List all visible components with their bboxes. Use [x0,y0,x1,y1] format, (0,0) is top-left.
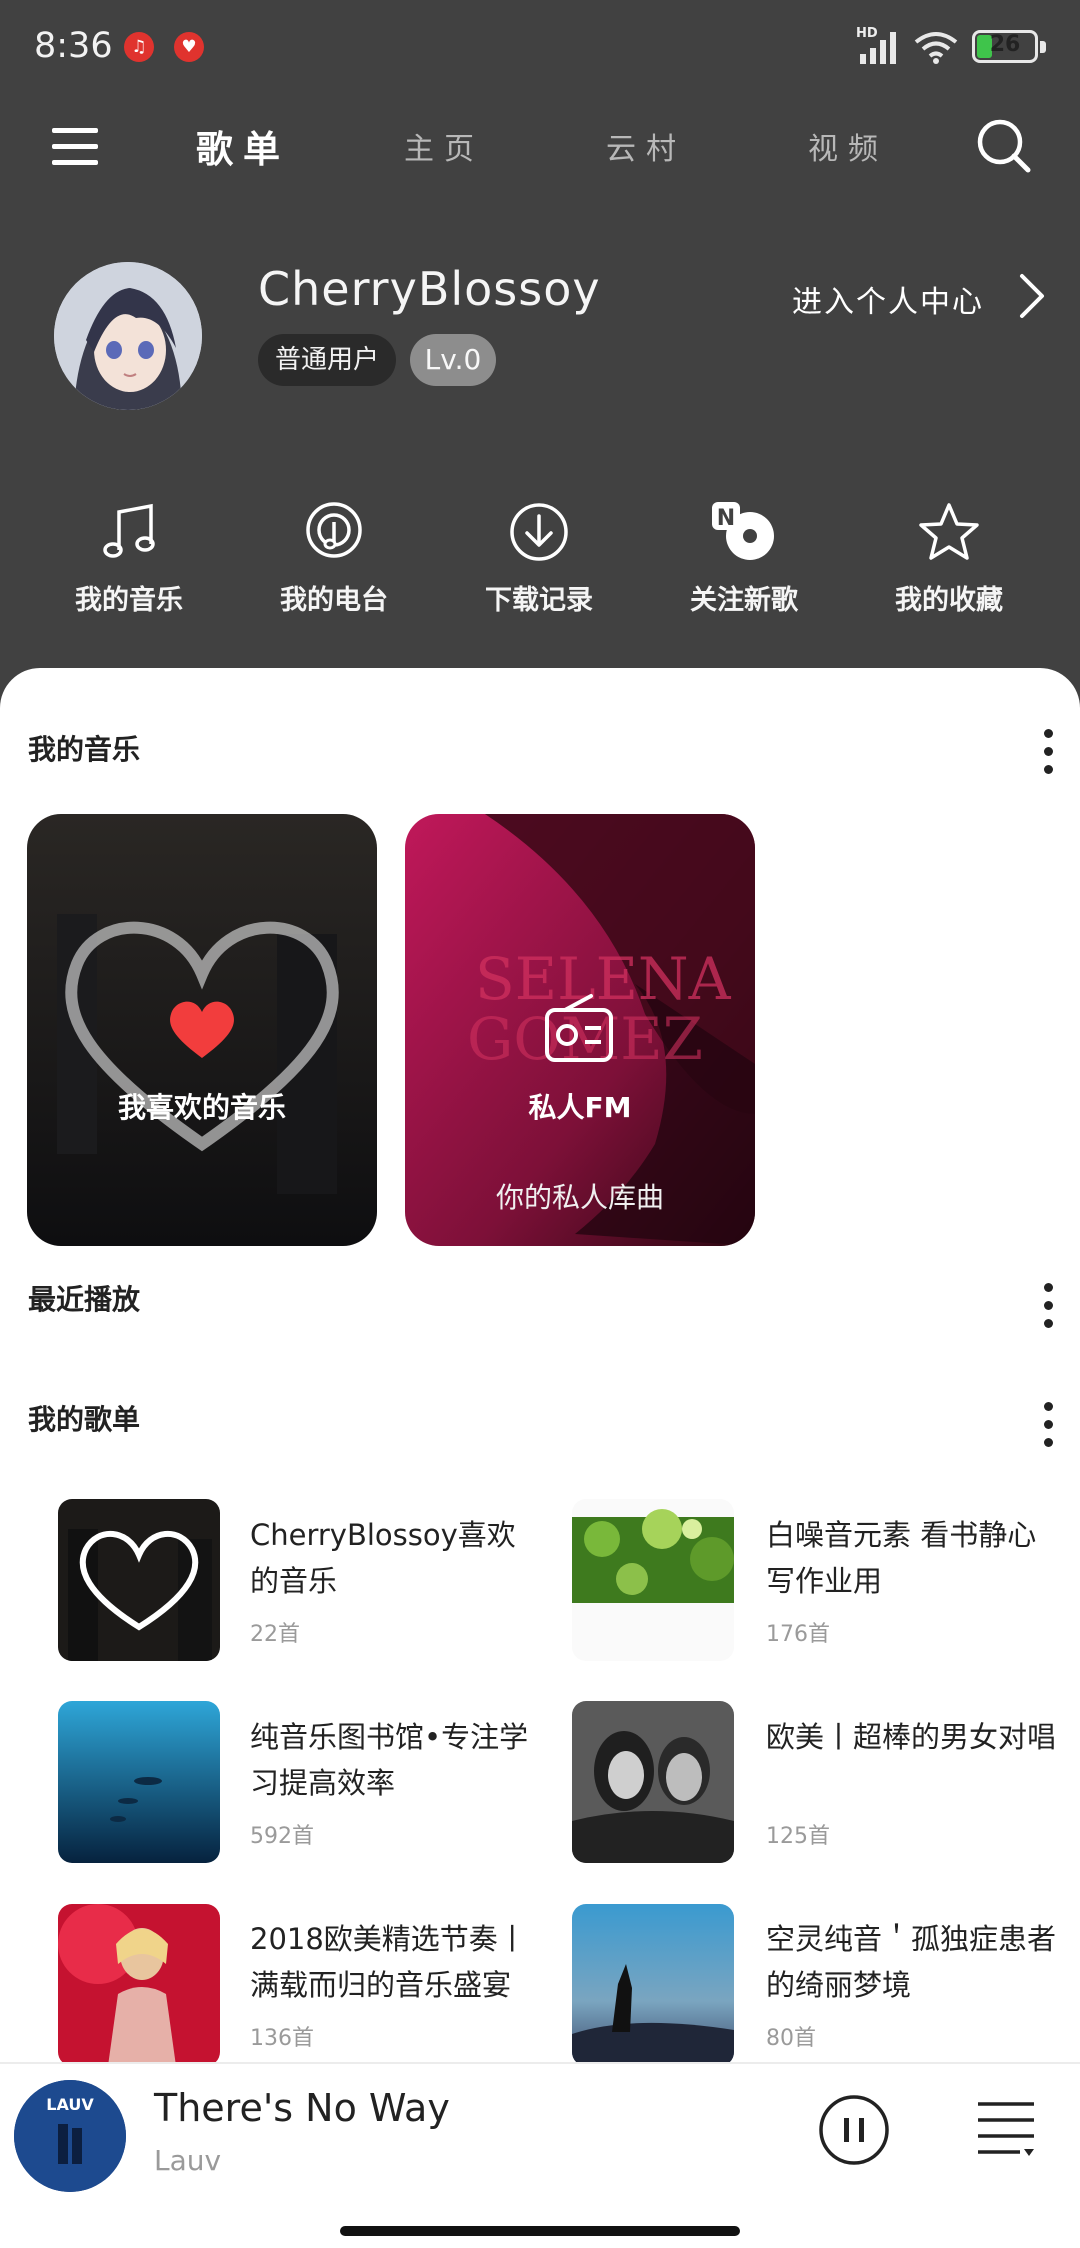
radio-icon [541,992,617,1064]
playlist-title: CherryBlossoy喜欢的音乐 [250,1518,516,1598]
user-type-badge: 普通用户 [258,334,396,386]
playlist-item[interactable] [58,1904,220,2066]
quick-action-favorites[interactable]: 我的收藏 [869,500,1029,617]
quick-action-label: 我的电台 [280,585,388,616]
quick-action-label: 关注新歌 [690,585,798,616]
tab-cloud-village[interactable]: 云村 [606,124,686,168]
playlist-count: 176首 [766,1622,830,1647]
playlist-cover [572,1904,734,2066]
queue-icon [978,2102,1034,2156]
personal-fm-title: 私人FM [528,1091,632,1124]
personal-fm-card[interactable]: SELENA GOMEZ 私人FM 你的私人库曲 [405,814,755,1246]
app-notification-icon: ♥ [174,32,204,62]
quick-action-my-music[interactable]: 我的音乐 [49,500,209,617]
playlist-count: 80首 [766,2026,816,2051]
recent-title: 最近播放 [28,1283,141,1316]
battery-cap [1040,41,1046,53]
quick-action-my-radio[interactable]: 我的电台 [254,500,414,617]
chevron-right-icon[interactable] [1018,272,1046,320]
playlist-cover [572,1701,734,1863]
music-notification-icon: ♫ [124,32,154,62]
home-indicator[interactable] [340,2226,740,2236]
pause-icon [819,2095,889,2165]
svg-text:N: N [717,506,735,531]
profile-center-link[interactable]: 进入个人中心 [792,277,984,321]
hamburger-icon[interactable] [50,124,100,170]
download-icon [510,503,568,561]
playlist-item[interactable] [58,1701,220,1863]
more-icon[interactable] [1038,729,1058,783]
quick-action-label: 我的收藏 [895,585,1003,616]
mini-player[interactable]: LAUV There's No Way Lauv [0,2062,1080,2248]
quick-action-new-songs[interactable]: N 关注新歌 [664,500,824,617]
playlist-item[interactable] [58,1499,220,1661]
playlist-queue-button[interactable] [976,2098,1038,2162]
pause-button[interactable] [818,2094,890,2166]
liked-music-card[interactable]: 我喜欢的音乐 [27,814,377,1246]
personal-fm-subtitle: 你的私人库曲 [495,1181,664,1214]
playlists-title: 我的歌单 [28,1403,141,1436]
tab-home[interactable]: 主页 [404,124,484,168]
playlist-title: 空灵纯音＇孤独症患者的绮丽梦境 [766,1922,1057,2002]
cover-text: LAUV [46,2095,94,2114]
playlist-title: 欧美丨超棒的男女对唱 [766,1720,1057,1754]
star-icon [919,503,979,560]
playlist-count: 136首 [250,2026,314,2051]
avatar[interactable] [54,262,202,410]
playlist-cover [572,1499,734,1661]
now-playing-cover[interactable]: LAUV [14,2080,126,2192]
signal-icon [858,30,902,64]
heart-icon [167,996,237,1060]
playlist-title: 白噪音元素 看书静心写作业用 [766,1518,1037,1598]
playlist-cover [58,1701,220,1863]
quick-action-downloads[interactable]: 下载记录 [459,500,619,617]
liked-music-title: 我喜欢的音乐 [117,1091,286,1124]
playlist-title: 纯音乐图书馆•专注学习提高效率 [250,1720,529,1800]
playlist-title: 2018欧美精选节奏丨满载而归的音乐盛宴 [250,1922,527,2002]
now-playing-artist: Lauv [154,2144,222,2177]
search-icon[interactable] [976,118,1032,174]
quick-action-label: 我的音乐 [75,585,183,616]
music-note-icon [103,503,155,558]
tab-video[interactable]: 视频 [808,124,888,168]
wifi-icon [914,30,958,64]
username: CherryBlossoy [258,262,601,316]
my-music-title: 我的音乐 [28,733,141,766]
playlist-cover [58,1904,220,2066]
now-playing-title: There's No Way [154,2086,450,2130]
playlist-count: 22首 [250,1622,300,1647]
battery-level: 26 [989,32,1021,57]
more-icon[interactable] [1038,1283,1058,1337]
new-song-icon: N [712,502,774,560]
playlist-item[interactable] [572,1499,734,1661]
level-badge: Lv.0 [410,334,496,386]
battery-icon: 26 [972,30,1038,63]
playlist-item[interactable] [572,1701,734,1863]
playlist-count: 125首 [766,1824,830,1849]
quick-action-label: 下载记录 [485,585,593,616]
playlist-item[interactable] [572,1904,734,2066]
playlist-count: 592首 [250,1824,314,1849]
tab-playlists[interactable]: 歌单 [196,119,290,173]
playlist-cover [58,1499,220,1661]
status-time: 8:36 [34,26,113,66]
more-icon[interactable] [1038,1402,1058,1456]
podcast-icon [306,502,362,558]
